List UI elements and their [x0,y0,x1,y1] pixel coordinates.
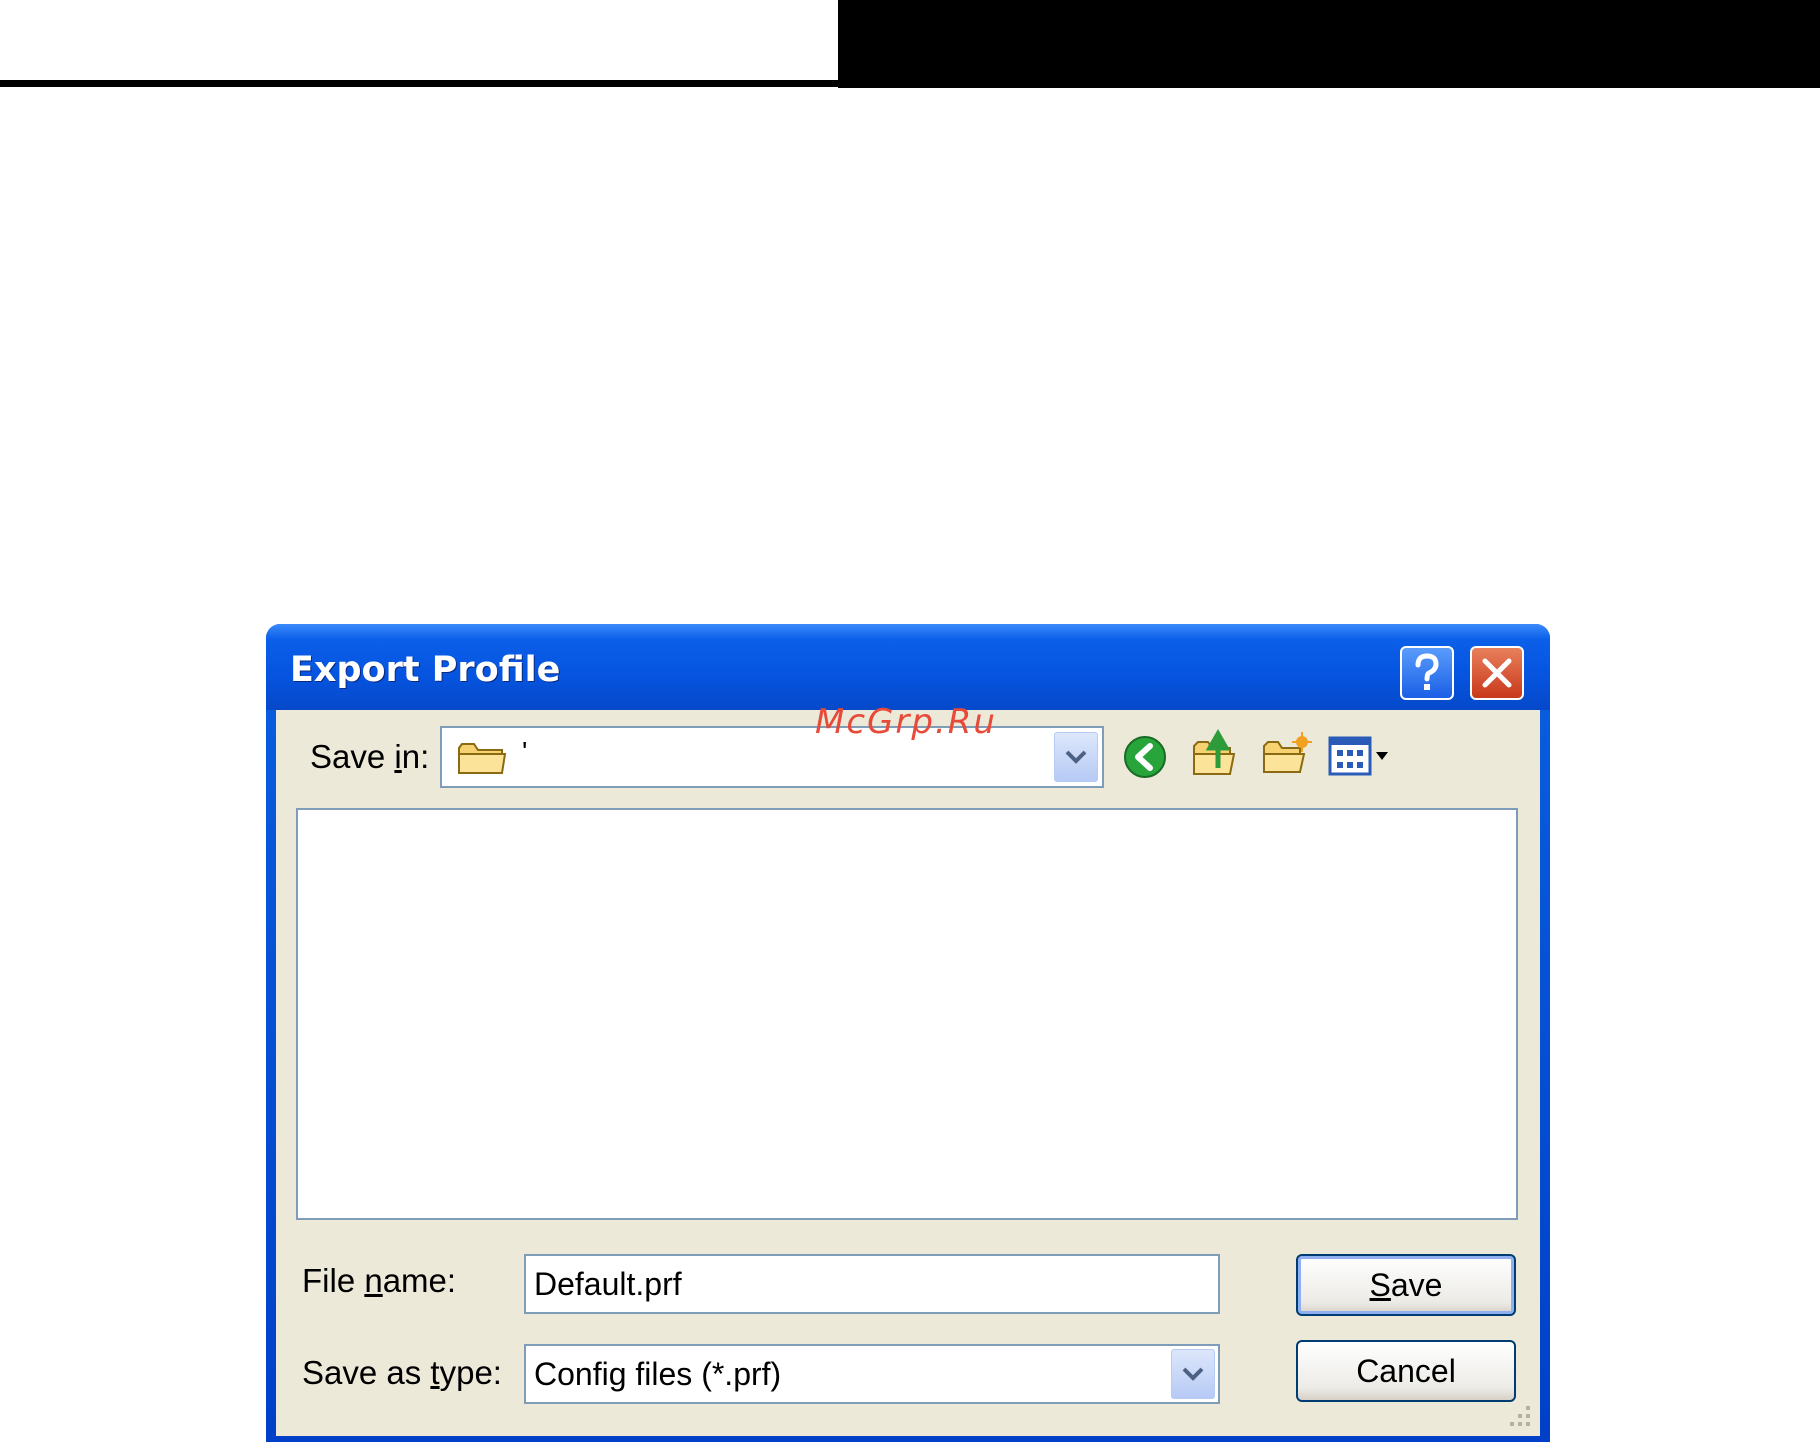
save-button-label: ave [1390,1266,1443,1303]
resize-grip-icon[interactable] [1504,1400,1534,1430]
chevron-down-icon [1182,1367,1204,1381]
save-in-value: ' [522,736,528,767]
views-menu-button[interactable] [1328,734,1400,780]
save-as-type-label: Save as type: [302,1354,502,1391]
save-as-type-value: Config files (*.prf) [534,1356,782,1392]
file-list-view[interactable] [296,808,1518,1220]
folder-icon [458,743,507,774]
up-folder-icon[interactable] [1190,728,1238,780]
file-name-input[interactable]: Default.prf [524,1254,1220,1314]
back-icon[interactable] [1122,734,1168,780]
help-button[interactable] [1400,646,1454,700]
save-in-dropdown[interactable]: ' [440,726,1104,788]
file-name-value: Default.prf [534,1266,682,1302]
file-name-label: File name: [302,1262,457,1299]
save-button[interactable]: Save [1296,1254,1516,1316]
new-folder-icon[interactable] [1260,730,1312,778]
save-as-type-dropdown-arrow[interactable] [1171,1349,1215,1399]
close-icon [1482,658,1512,688]
cancel-button[interactable]: Cancel [1296,1340,1516,1402]
page-header-rule [0,80,840,87]
close-button[interactable] [1470,646,1524,700]
save-as-type-dropdown[interactable]: Config files (*.prf) [524,1344,1220,1404]
save-button-accel: S [1369,1266,1391,1303]
views-menu-icon [1328,736,1388,776]
watermark-text: McGrp.Ru [815,702,997,742]
dialog-title: Export Profile [290,650,561,690]
export-profile-dialog: Export Profile Save in: ' File name: Def… [266,624,1550,1442]
save-in-dropdown-arrow[interactable] [1054,732,1098,782]
chevron-down-icon [1065,750,1087,764]
question-mark-icon [1415,653,1439,690]
save-in-label: Save in: [310,738,430,775]
dialog-titlebar[interactable]: Export Profile [266,624,1550,710]
dialog-body: Save in: ' File name: Default.prf Save a… [276,710,1540,1436]
page-header-block [838,0,1820,88]
